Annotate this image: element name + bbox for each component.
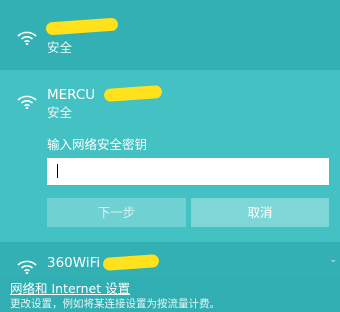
scroll-down-icon[interactable]: ⌄ bbox=[329, 256, 337, 265]
wifi-icon bbox=[17, 31, 37, 45]
network-key-input[interactable] bbox=[47, 158, 329, 185]
wifi-icon bbox=[17, 95, 37, 109]
redaction-mark bbox=[103, 84, 163, 103]
redaction-mark bbox=[45, 17, 119, 36]
network-settings-description: 更改设置，例如将某连接设置为按流量计费。 bbox=[10, 298, 220, 310]
password-prompt: 输入网络安全密钥 bbox=[47, 137, 148, 152]
network-name: MERCU bbox=[47, 87, 96, 103]
network-status: 安全 bbox=[47, 40, 73, 55]
wifi-icon bbox=[17, 260, 37, 274]
network-status: 安全 bbox=[47, 105, 73, 120]
network-settings-link[interactable]: 网络和 Internet 设置 bbox=[10, 282, 130, 296]
wifi-flyout: 安全 MERCU 安全 输入网络安全密钥 下一步 取消 360WiFi ⌄ 网络… bbox=[0, 0, 340, 312]
cancel-button[interactable]: 取消 bbox=[191, 198, 329, 227]
network-item[interactable]: 360WiFi bbox=[0, 242, 340, 278]
network-name: 360WiFi bbox=[47, 255, 101, 271]
next-button[interactable]: 下一步 bbox=[47, 198, 186, 227]
text-caret bbox=[57, 164, 58, 178]
redaction-mark bbox=[102, 254, 160, 271]
network-item[interactable]: 安全 bbox=[0, 0, 340, 70]
